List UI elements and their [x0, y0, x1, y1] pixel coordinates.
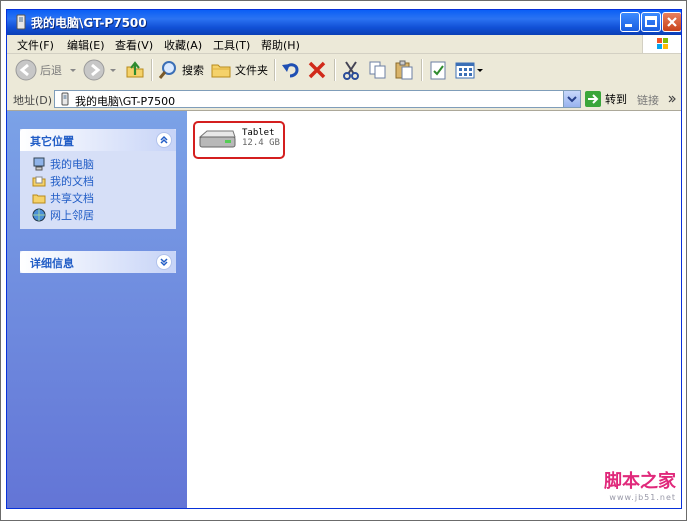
- folders-button[interactable]: 文件夹: [210, 57, 268, 83]
- other-places-header[interactable]: 其它位置: [20, 129, 176, 151]
- paste-button[interactable]: [393, 57, 415, 83]
- views-icon: [455, 62, 475, 79]
- scissors-icon: [343, 61, 359, 80]
- search-button[interactable]: 搜索: [157, 57, 204, 83]
- folder-icon: [32, 194, 46, 203]
- windows-flag-icon: [657, 38, 668, 49]
- removable-drive-icon: [198, 130, 236, 148]
- toolbar-separator: [421, 59, 423, 81]
- expand-button[interactable]: [156, 254, 172, 270]
- maximize-icon: [645, 16, 657, 27]
- maximize-button[interactable]: [641, 12, 661, 32]
- window-title: 我的电脑\GT-P7500: [31, 16, 147, 30]
- menu-bar: 文件(F) 编辑(E) 查看(V) 收藏(A) 工具(T) 帮助(H): [7, 35, 681, 54]
- details-panel: 详细信息: [20, 251, 176, 273]
- drive-name: Tablet: [242, 128, 275, 138]
- toolbar-separator: [334, 59, 336, 81]
- title-bar[interactable]: 我的电脑\GT-P7500: [7, 10, 681, 35]
- sidebar-item-my-computer[interactable]: 我的电脑: [32, 155, 176, 172]
- address-input[interactable]: 我的电脑\GT-P7500: [54, 90, 581, 108]
- collapse-button[interactable]: [156, 132, 172, 148]
- paste-icon: [395, 60, 413, 80]
- chevron-down-icon: [160, 258, 168, 267]
- folder-icon: [211, 64, 231, 78]
- forward-dropdown-icon[interactable]: [108, 65, 118, 75]
- drive-icon: [61, 92, 69, 106]
- properties-button[interactable]: [427, 57, 449, 83]
- windows-logo: [642, 35, 681, 53]
- address-value: 我的电脑\GT-P7500: [75, 95, 176, 108]
- task-pane: 其它位置 我的电脑 我的文档 共享文档 网上邻居 详细信息: [7, 111, 187, 508]
- explorer-window: 我的电脑\GT-P7500 文件(F) 编辑(E) 查看(V) 收藏(A) 工具…: [6, 9, 682, 509]
- sidebar-item-label: 我的文档: [50, 174, 94, 188]
- menu-tools[interactable]: 工具(T): [213, 37, 250, 53]
- computer-icon: [33, 157, 45, 170]
- toolbar-separator: [151, 59, 153, 81]
- links-chevron-icon[interactable]: [667, 94, 677, 104]
- views-dropdown-icon[interactable]: [476, 65, 484, 75]
- back-label: 后退: [40, 64, 62, 77]
- delete-icon: [308, 61, 326, 79]
- cut-button[interactable]: [340, 57, 362, 83]
- properties-icon: [430, 61, 446, 80]
- delete-button[interactable]: [306, 57, 328, 83]
- back-arrow-icon: [15, 59, 37, 81]
- menu-file[interactable]: 文件(F): [17, 37, 54, 53]
- toolbar: 后退 搜索 文件夹: [7, 54, 681, 89]
- watermark: 脚本之家 www.jb51.net: [604, 467, 676, 502]
- toolbar-separator: [274, 59, 276, 81]
- other-places-panel: 其它位置 我的电脑 我的文档 共享文档 网上邻居: [20, 129, 176, 229]
- drive-size: 12.4 GB: [242, 138, 280, 148]
- details-header[interactable]: 详细信息: [20, 251, 176, 273]
- menu-view[interactable]: 查看(V): [115, 37, 153, 53]
- menu-favorites[interactable]: 收藏(A): [164, 37, 202, 53]
- sidebar-item-shared-documents[interactable]: 共享文档: [32, 189, 176, 206]
- search-icon: [158, 61, 176, 79]
- go-label: 转到: [605, 93, 627, 106]
- close-button[interactable]: [662, 12, 681, 32]
- network-icon: [32, 208, 46, 221]
- close-icon: [667, 17, 677, 27]
- up-folder-button[interactable]: [124, 57, 146, 83]
- drive-icon: [16, 14, 26, 30]
- up-folder-icon: [126, 61, 144, 78]
- watermark-url: www.jb51.net: [609, 493, 676, 502]
- undo-icon: [282, 63, 299, 78]
- forward-arrow-icon: [83, 59, 105, 81]
- minimize-button[interactable]: [620, 12, 640, 32]
- screenshot-frame: 我的电脑\GT-P7500 文件(F) 编辑(E) 查看(V) 收藏(A) 工具…: [0, 0, 687, 521]
- go-button[interactable]: 转到: [585, 91, 627, 107]
- back-dropdown-icon[interactable]: [68, 65, 78, 75]
- views-button[interactable]: [454, 57, 484, 83]
- other-places-list: 我的电脑 我的文档 共享文档 网上邻居: [20, 151, 176, 229]
- forward-button[interactable]: [83, 57, 118, 83]
- undo-button[interactable]: [280, 57, 302, 83]
- address-label: 地址(D): [13, 94, 53, 107]
- copy-button[interactable]: [367, 57, 389, 83]
- go-arrow-icon: [585, 91, 601, 107]
- folders-label: 文件夹: [235, 64, 268, 77]
- sidebar-item-network-places[interactable]: 网上邻居: [32, 206, 176, 223]
- chevron-up-icon: [160, 135, 168, 144]
- address-dropdown[interactable]: [563, 91, 580, 107]
- sidebar-item-label: 我的电脑: [50, 157, 94, 171]
- folder-icon: [32, 176, 46, 186]
- menu-edit[interactable]: 编辑(E): [67, 37, 105, 53]
- watermark-text: 脚本之家: [604, 471, 676, 492]
- file-view: Tablet 12.4 GB: [187, 111, 681, 508]
- menu-help[interactable]: 帮助(H): [261, 37, 300, 53]
- search-label: 搜索: [182, 64, 204, 77]
- address-bar: 地址(D) 我的电脑\GT-P7500 转到 链接: [7, 88, 681, 111]
- minimize-icon: [625, 24, 632, 27]
- sidebar-item-label: 网上邻居: [50, 208, 94, 222]
- links-button[interactable]: 链接: [637, 92, 659, 108]
- sidebar-item-label: 共享文档: [50, 191, 94, 205]
- chevron-down-icon: [567, 96, 577, 103]
- details-title: 详细信息: [30, 257, 74, 270]
- back-button[interactable]: 后退: [15, 57, 78, 83]
- other-places-title: 其它位置: [30, 135, 74, 148]
- copy-icon: [369, 61, 386, 79]
- sidebar-item-my-documents[interactable]: 我的文档: [32, 172, 176, 189]
